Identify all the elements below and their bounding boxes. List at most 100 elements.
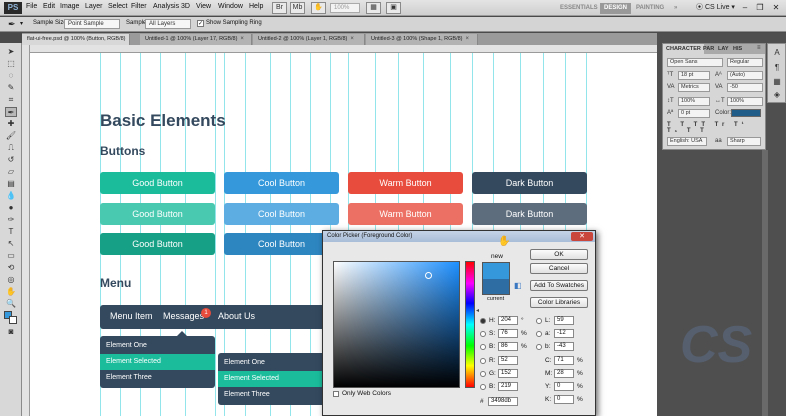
zoom-tool-icon[interactable]: 🔍 xyxy=(5,299,17,309)
lasso-tool-icon[interactable]: ◌ xyxy=(5,71,17,81)
crop-tool-icon[interactable]: ⌗ xyxy=(5,95,17,105)
blur-tool-icon[interactable]: 💧 xyxy=(5,191,17,201)
font-size-field[interactable]: 18 pt xyxy=(678,71,710,80)
horizontal-scale-field[interactable]: 100% xyxy=(727,97,763,106)
hex-field[interactable]: 3498db xyxy=(488,397,518,406)
lab-field[interactable]: -12 xyxy=(554,329,574,338)
menu-layer[interactable]: Layer xyxy=(85,3,103,10)
hsb-h-radio[interactable] xyxy=(480,318,486,324)
menu-filter[interactable]: Filter xyxy=(131,3,147,10)
gradient-tool-icon[interactable]: ▤ xyxy=(5,179,17,189)
ok-button[interactable]: OK xyxy=(530,249,588,260)
eyedropper-icon[interactable]: ✒ xyxy=(8,19,16,30)
menu-select[interactable]: Select xyxy=(108,3,127,10)
button-cool-button[interactable]: Cool Button xyxy=(224,203,339,225)
dialog-close-icon[interactable]: ✕ xyxy=(571,232,593,241)
show-ring-checkbox[interactable]: ✓ xyxy=(197,20,204,27)
doc-tab-untitled-3[interactable]: Untitled-3 @ 100% (Shape 1, RGB/8) × xyxy=(366,34,478,45)
tracking-field[interactable]: -50 xyxy=(727,83,763,92)
lab-field[interactable]: -43 xyxy=(554,342,574,351)
cancel-button[interactable]: Cancel xyxy=(530,263,588,274)
eraser-tool-icon[interactable]: ▱ xyxy=(5,167,17,177)
paragraph-panel-icon[interactable]: ¶ xyxy=(772,63,782,73)
type-tool-icon[interactable]: T xyxy=(5,227,17,237)
dropdown-item[interactable]: Element One xyxy=(100,338,215,354)
dropdown-item[interactable]: Element Three xyxy=(218,387,328,403)
workspace-more-icon[interactable]: » xyxy=(670,3,681,14)
antialias-select[interactable]: Sharp xyxy=(727,137,761,146)
tab-close-icon[interactable]: × xyxy=(350,36,354,42)
restore-icon[interactable]: ❐ xyxy=(753,2,767,14)
lab-b-radio[interactable] xyxy=(536,344,542,350)
hand-icon[interactable]: ✋ xyxy=(311,2,326,14)
eyedropper-tool-icon[interactable]: ✒ xyxy=(5,107,17,117)
dropdown-item-selected[interactable]: Element Selected xyxy=(218,371,328,387)
rgb-b-radio[interactable] xyxy=(480,384,486,390)
workspace-design[interactable]: DESIGN xyxy=(600,3,632,14)
path-select-tool-icon[interactable]: ↖ xyxy=(5,239,17,249)
tab-history[interactable]: HIS xyxy=(730,44,745,54)
move-tool-icon[interactable]: ➤ xyxy=(5,47,17,57)
history-brush-tool-icon[interactable]: ↺ xyxy=(5,155,17,165)
lab-l-radio[interactable] xyxy=(536,318,542,324)
doc-tab-untitled-1[interactable]: Untitled-1 @ 100% (Layer 17, RGB/8) × xyxy=(140,34,252,45)
font-family-select[interactable]: Open Sans xyxy=(667,58,723,67)
close-icon[interactable]: ✕ xyxy=(769,2,783,14)
button-good-button[interactable]: Good Button xyxy=(100,172,215,194)
text-color-swatch[interactable] xyxy=(731,109,761,117)
button-warm-button[interactable]: Warm Button xyxy=(348,203,463,225)
rgb-field[interactable]: 219 xyxy=(498,382,518,391)
workspace-essentials[interactable]: ESSENTIALS xyxy=(556,3,602,14)
menu-view[interactable]: View xyxy=(196,3,211,10)
background-color-swatch[interactable] xyxy=(9,316,17,324)
styles-panel-icon[interactable]: ◈ xyxy=(772,90,782,100)
pen-tool-icon[interactable]: ✑ xyxy=(5,215,17,225)
button-warm-button[interactable]: Warm Button xyxy=(348,172,463,194)
nav-item-about-us[interactable]: About Us xyxy=(218,311,255,321)
tab-character[interactable]: CHARACTER xyxy=(663,44,704,54)
text-style-buttons-icon[interactable]: T T TT Tr T¹ T₁ T T xyxy=(667,122,765,134)
cmyk-field[interactable]: 71 xyxy=(554,356,574,365)
language-select[interactable]: English: USA xyxy=(667,137,707,146)
tab-close-icon[interactable]: × xyxy=(129,36,130,42)
hsb-field[interactable]: 204 xyxy=(498,316,518,325)
sample-size-select[interactable]: Point Sample xyxy=(64,19,120,29)
zoom-level[interactable]: 100% xyxy=(330,3,360,13)
dropdown-item[interactable]: Element Three xyxy=(100,370,215,386)
marquee-tool-icon[interactable]: ⬚ xyxy=(5,59,17,69)
hue-slider[interactable] xyxy=(465,261,475,388)
panel-menu-icon[interactable]: ≡ xyxy=(757,45,761,51)
lab-field[interactable]: 59 xyxy=(554,316,574,325)
workspace-painting[interactable]: PAINTING xyxy=(632,3,668,14)
doc-tab-untitled-2[interactable]: Untitled-2 @ 100% (Layer 1, RGB/8) × xyxy=(253,34,365,45)
lab-a-radio[interactable] xyxy=(536,331,542,337)
tab-close-icon[interactable]: × xyxy=(466,36,470,42)
vertical-scale-field[interactable]: 100% xyxy=(678,97,710,106)
hsb-b-radio[interactable] xyxy=(480,344,486,350)
font-style-select[interactable]: Regular xyxy=(727,58,763,67)
color-libraries-button[interactable]: Color Libraries xyxy=(530,297,588,308)
button-cool-button[interactable]: Cool Button xyxy=(224,172,339,194)
brush-tool-icon[interactable]: 🖌 xyxy=(5,131,17,141)
hsb-field[interactable]: 76 xyxy=(498,329,518,338)
rgb-g-radio[interactable] xyxy=(480,371,486,377)
cs-live-menu[interactable]: ⦿ CS Live ▾ xyxy=(696,2,735,12)
baseline-shift-field[interactable]: 0 pt xyxy=(678,109,710,118)
3d-orbit-tool-icon[interactable]: ◎ xyxy=(5,275,17,285)
only-web-colors-checkbox[interactable] xyxy=(333,391,339,397)
button-good-button[interactable]: Good Button xyxy=(100,233,215,255)
minimize-icon[interactable]: – xyxy=(738,2,752,14)
hsb-field[interactable]: 86 xyxy=(498,342,518,351)
gamut-cube-icon[interactable]: ◧ xyxy=(514,281,522,290)
menu-help[interactable]: Help xyxy=(249,3,263,10)
quick-select-tool-icon[interactable]: ✎ xyxy=(5,83,17,93)
ruler-vertical[interactable] xyxy=(22,45,30,416)
nav-item-messages[interactable]: Messages xyxy=(163,311,204,321)
menu-3d[interactable]: 3D xyxy=(181,3,190,10)
rgb-field[interactable]: 152 xyxy=(498,369,518,378)
rgb-field[interactable]: 52 xyxy=(498,356,518,365)
sample-select[interactable]: All Layers xyxy=(145,19,191,29)
cmyk-field[interactable]: 0 xyxy=(554,395,574,404)
cmyk-field[interactable]: 28 xyxy=(554,369,574,378)
healing-tool-icon[interactable]: ✚ xyxy=(5,119,17,129)
